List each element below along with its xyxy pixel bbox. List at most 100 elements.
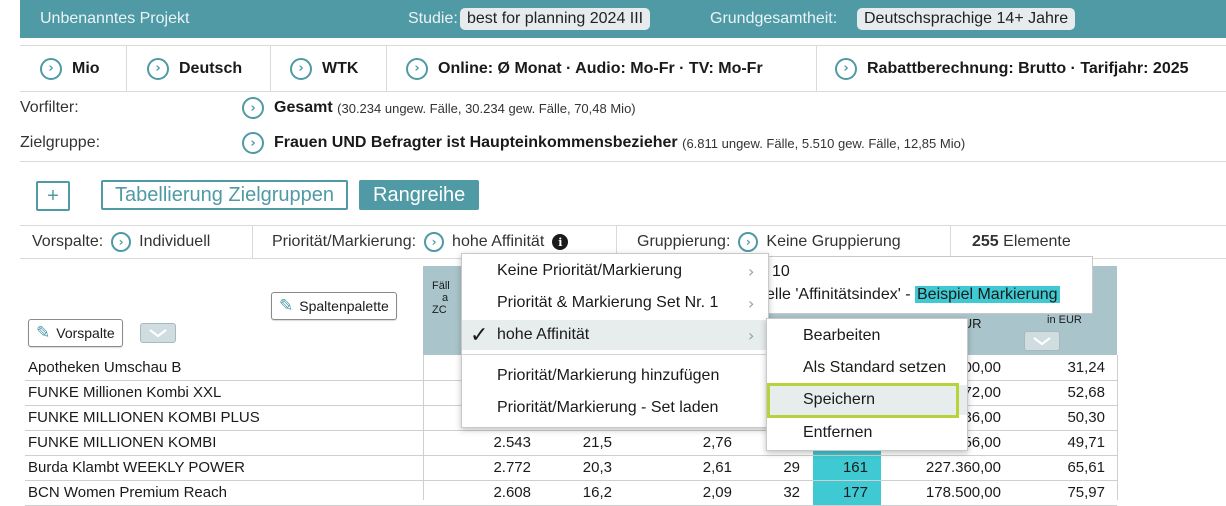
row-cell: 36,00 — [963, 409, 1001, 426]
row-name: FUNKE MILLIONEN KOMBI — [28, 434, 217, 451]
header-line: ZC — [432, 304, 447, 316]
chevron-right-icon: › — [738, 232, 759, 252]
chevron-down-icon — [1033, 337, 1051, 346]
grouping-option-value: Keine Gruppierung — [766, 233, 901, 250]
row-name: Apotheken Umschau B — [28, 359, 182, 376]
vorspalte-button-label: Vorspalte — [56, 325, 115, 341]
menu-item-label: hohe Affinität — [497, 326, 590, 343]
options-divider — [950, 226, 951, 258]
column-header-last[interactable]: in EUR — [1047, 314, 1082, 326]
row-name: FUNKE Millionen Kombi XXL — [28, 384, 222, 401]
tab-wtk[interactable]: › WTK — [290, 46, 358, 91]
menu-item-set-1[interactable]: Priorität & Markierung Set Nr. 1 › — [462, 288, 768, 318]
tab-discount[interactable]: › Rabattberechnung: Brutto · Tarifjahr: … — [835, 46, 1189, 91]
header-line: Fäll — [432, 280, 450, 292]
pencil-icon: ✎ — [279, 296, 294, 316]
column-header-cases[interactable]: Fäll a ZC — [432, 280, 450, 316]
chevron-right-icon: › — [111, 232, 132, 252]
menu-item-label: Priorität & Markierung Set Nr. 1 — [497, 294, 719, 311]
zielgruppe-label: Zielgruppe: — [20, 134, 101, 151]
priority-menu: Keine Priorität/Markierung › Priorität &… — [461, 253, 769, 428]
priority-tooltip: 10 elle 'Affinitätsindex' - Beispiel Mar… — [763, 256, 1093, 314]
menu-item-label: Keine Priorität/Markierung — [497, 262, 682, 279]
column-sort-button[interactable] — [1024, 331, 1060, 351]
settings-tab-row: › Mio › Deutsch › WTK › Online: Ø Monat … — [20, 46, 1226, 92]
row-cell: 16,2 — [582, 484, 612, 501]
menu-item-add-priority[interactable]: Priorität/Markierung hinzufügen — [462, 361, 768, 391]
zielgruppe-value[interactable]: › Frauen UND Befragter ist Haupteinkomme… — [242, 132, 965, 154]
menu-item-load-set[interactable]: Priorität/Markierung - Set laden — [462, 393, 768, 423]
table-row[interactable]: BCN Women Premium Reach 2.608 16,2 2,09 32 17… — [25, 481, 1117, 506]
row-cell: 32 — [783, 484, 800, 501]
study-value[interactable]: best for planning 2024 III — [460, 8, 651, 30]
row-cell: 227.360,00 — [925, 459, 1001, 476]
row-cell: 65,61 — [1067, 459, 1105, 476]
vorfilter-value[interactable]: › Gesamt (30.234 ungew. Fälle, 30.234 ge… — [242, 97, 636, 119]
row-cell: 178.500,00 — [925, 484, 1001, 501]
zielgruppe-detail: (6.811 ungew. Fälle, 5.510 gew. Fälle, 1… — [682, 135, 966, 151]
element-count-label: Elemente — [1003, 233, 1071, 250]
chevron-right-icon: › — [748, 325, 755, 345]
row-cell: 72,00 — [963, 384, 1001, 401]
submenu-item-entfernen[interactable]: Entfernen — [767, 418, 967, 448]
submenu-item-label: Als Standard setzen — [803, 359, 947, 376]
chevron-right-icon: › — [748, 261, 755, 281]
priority-option-value: hohe Affinität — [452, 233, 545, 250]
menu-divider — [462, 354, 768, 355]
element-count: 255 Elemente — [972, 226, 1071, 258]
row-cell: 177 — [842, 484, 868, 501]
column-divider — [423, 355, 424, 500]
project-title[interactable]: Unbenanntes Projekt — [40, 10, 189, 28]
row-cell: 29 — [783, 459, 800, 476]
vorspalte-sort-button[interactable] — [140, 323, 176, 343]
pencil-icon: ✎ — [36, 323, 51, 343]
vorspalte-option-label: Vorspalte: — [32, 233, 104, 250]
tab-media[interactable]: › Online: Ø Monat · Audio: Mo-Fr · TV: M… — [406, 46, 763, 91]
menu-item-no-priority[interactable]: Keine Priorität/Markierung › — [462, 256, 768, 286]
priority-option-label: Priorität/Markierung: — [272, 233, 417, 250]
tab-unit[interactable]: › Mio — [40, 46, 100, 91]
element-count-number: 255 — [972, 233, 999, 250]
row-cell: 31,24 — [1067, 359, 1105, 376]
vorspalte-button[interactable]: ✎ Vorspalte — [28, 319, 123, 347]
chevron-right-icon: › — [406, 57, 428, 80]
table-row[interactable]: Burda Klambt WEEKLY POWER 2.772 20,3 2,61 29… — [25, 456, 1117, 481]
rangreihe-button[interactable]: Rangreihe — [359, 180, 480, 210]
row-cell: 2.608 — [493, 484, 531, 501]
row-cell: 2.543 — [493, 434, 531, 451]
header-line: a — [442, 292, 449, 304]
chevron-right-icon: › — [40, 57, 62, 80]
menu-item-label: Priorität/Markierung - Set laden — [497, 399, 719, 416]
row-cell: 50,30 — [1067, 409, 1105, 426]
population-value[interactable]: Deutschsprachige 14+ Jahre — [857, 8, 1076, 30]
top-bar: Unbenanntes Projekt Studie: best for pla… — [20, 0, 1226, 38]
submenu-item-bearbeiten[interactable]: Bearbeiten — [767, 321, 967, 351]
tab-wtk-label: WTK — [322, 59, 359, 77]
add-button[interactable]: + — [36, 181, 70, 211]
row-cell: 2,09 — [702, 484, 732, 501]
spaltenpalette-button[interactable]: ✎ Spaltenpalette — [271, 292, 397, 320]
column-divider — [1117, 355, 1118, 500]
row-name: BCN Women Premium Reach — [28, 484, 227, 501]
info-icon[interactable]: i — [552, 234, 569, 250]
submenu-item-als-standard[interactable]: Als Standard setzen — [767, 353, 967, 383]
chevron-right-icon: › — [290, 57, 312, 80]
tooltip-line-2: elle 'Affinitätsindex' - Beispiel Markie… — [766, 286, 1060, 304]
chevron-right-icon: › — [147, 57, 169, 80]
vorspalte-option-value: Individuell — [139, 233, 211, 250]
row-cell: 00,00 — [963, 359, 1001, 376]
row-cell: 2.772 — [493, 459, 531, 476]
tab-divider — [126, 46, 127, 91]
row-cell: 21,5 — [582, 434, 612, 451]
chevron-right-icon: › — [424, 232, 445, 252]
chevron-right-icon: › — [835, 57, 857, 80]
tabellierung-zielgruppen-button[interactable]: Tabellierung Zielgruppen — [101, 180, 349, 210]
vorspalte-option[interactable]: Vorspalte: › Individuell — [32, 226, 210, 258]
tab-language[interactable]: › Deutsch — [147, 46, 242, 91]
menu-item-hohe-affinitaet[interactable]: ✓ hohe Affinität › — [462, 320, 768, 350]
checkmark-icon: ✓ — [470, 322, 489, 348]
row-cell: 75,97 — [1067, 484, 1105, 501]
tab-unit-label: Mio — [72, 59, 100, 77]
population-label: Grundgesamtheit: — [710, 10, 838, 27]
tooltip-line-1: 10 — [772, 263, 790, 280]
